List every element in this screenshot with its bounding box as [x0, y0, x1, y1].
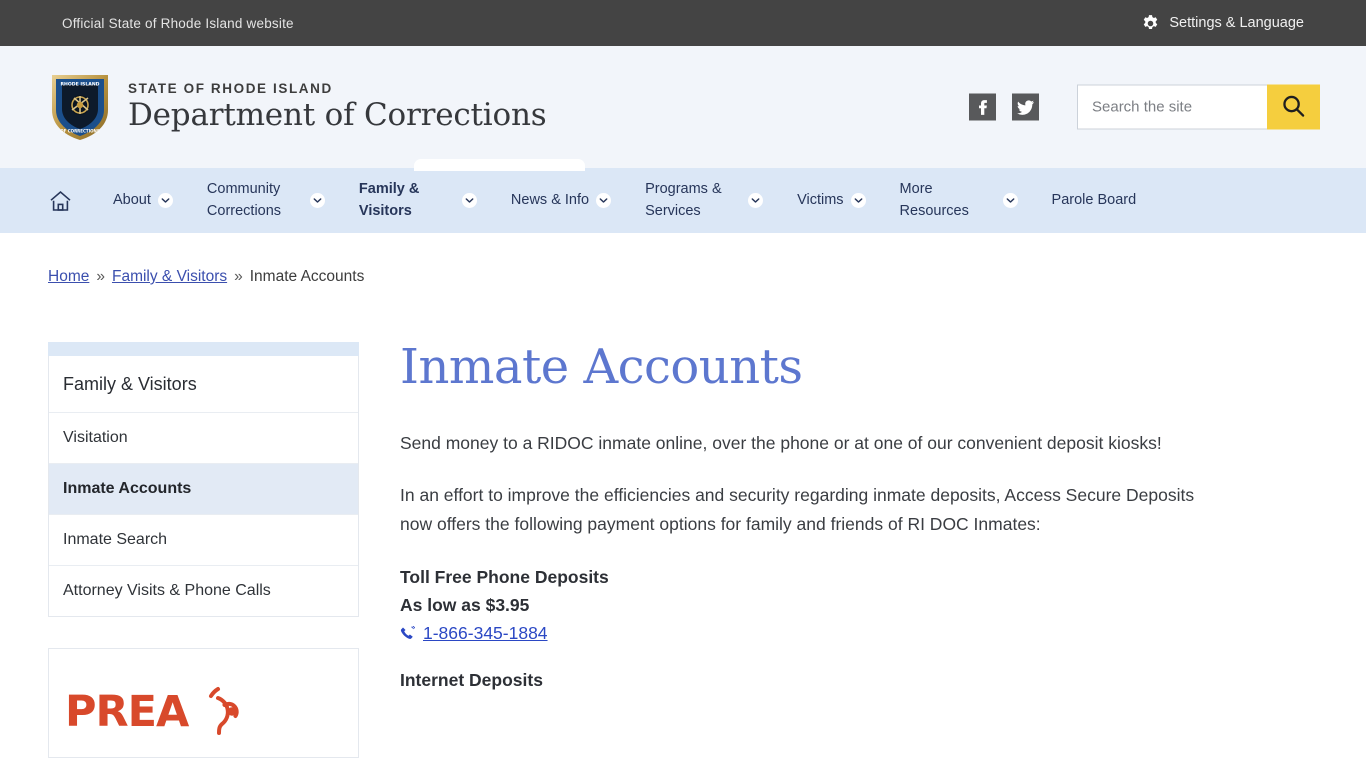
svg-text:OF CORRECTIONS: OF CORRECTIONS: [60, 129, 100, 134]
toll-free-price: As low as $3.95: [400, 594, 530, 615]
settings-and-language-button[interactable]: Settings & Language: [1141, 14, 1304, 33]
chevron-down-icon[interactable]: [850, 193, 866, 208]
chevron-down-icon[interactable]: [748, 193, 764, 208]
nav-item-label: Community Corrections: [206, 181, 282, 219]
gear-icon: [1141, 14, 1160, 33]
nav-item-label: Family & Visitors: [358, 181, 420, 219]
nav-spacer: [79, 168, 113, 233]
nav-item-family-visitors[interactable]: Family & Visitors: [359, 168, 477, 233]
phone-icon: [400, 625, 416, 641]
utility-top-bar: Official State of Rhode Island website S…: [0, 0, 1366, 46]
sidebar-item-inmate-search[interactable]: Inmate Search: [49, 515, 358, 566]
active-nav-indicator: [414, 159, 585, 171]
nav-item-news-info[interactable]: News & Info: [510, 168, 612, 233]
sidebar-menu: Family & Visitors Visitation Inmate Accou…: [48, 356, 359, 617]
sidebar-cap: [48, 342, 359, 356]
breadcrumb: Home » Family & Visitors » Inmate Accounts: [0, 233, 1366, 286]
site-masthead: RHODE ISLAND OF CORRECTIONS STATE OF RHO…: [0, 46, 1366, 168]
toll-free-phone-link[interactable]: 1-866-345-1884: [423, 623, 548, 644]
nav-item-label: Parole Board: [1051, 191, 1137, 208]
nav-item-label: Victims: [797, 191, 844, 208]
search-icon: [1281, 93, 1306, 121]
nav-spacer: [173, 168, 207, 233]
chevron-down-icon[interactable]: [596, 193, 612, 208]
ear-listening-icon: [202, 684, 258, 740]
breadcrumb-item[interactable]: Home: [48, 268, 89, 286]
site-brand-link[interactable]: RHODE ISLAND OF CORRECTIONS STATE OF RHO…: [48, 72, 547, 142]
nav-item-programs-services[interactable]: Programs & Services: [645, 168, 764, 233]
section-sidebar: Family & Visitors Visitation Inmate Accou…: [48, 342, 359, 758]
nav-item-victims[interactable]: Victims: [797, 168, 866, 233]
nav-spacer: [325, 168, 359, 233]
nav-item-parole-board[interactable]: Parole Board: [1052, 168, 1137, 233]
prea-logo[interactable]: PREA: [48, 648, 359, 758]
chevron-down-icon[interactable]: [1002, 193, 1018, 208]
toll-free-heading: Toll Free Phone Deposits: [400, 566, 609, 587]
nav-item-label: About: [113, 191, 151, 208]
sidebar-heading: Family & Visitors: [49, 356, 358, 413]
official-site-notice: Official State of Rhode Island website: [62, 15, 294, 31]
department-title: Department of Corrections: [128, 97, 547, 134]
nav-spacer: [866, 168, 900, 233]
sidebar-item-attorney-visits-phone-calls[interactable]: Attorney Visits & Phone Calls: [49, 566, 358, 616]
main-article: Inmate Accounts Send money to a RIDOC in…: [400, 342, 1318, 758]
masthead-utilities: [969, 84, 1320, 130]
nav-item-label: Programs & Services: [645, 181, 722, 219]
nav-item-about[interactable]: About: [113, 168, 173, 233]
search-submit-button[interactable]: [1267, 84, 1320, 130]
primary-navigation: About Community Corrections Family & Visit…: [0, 159, 1366, 233]
internet-deposits-heading: Internet Deposits: [400, 670, 543, 691]
settings-and-language-label: Settings & Language: [1169, 15, 1304, 31]
state-line: STATE OF RHODE ISLAND: [128, 81, 333, 97]
nav-item-label: News & Info: [510, 191, 590, 208]
nav-spacer: [611, 168, 645, 233]
search-input[interactable]: [1077, 84, 1267, 130]
nav-item-community-corrections[interactable]: Community Corrections: [207, 168, 325, 233]
intro-paragraph-1: Send money to a RIDOC inmate online, ove…: [400, 433, 1162, 454]
nav-spacer: [763, 168, 797, 233]
nav-spacer: [477, 168, 511, 233]
breadcrumb-item: Inmate Accounts: [249, 268, 365, 285]
facebook-icon[interactable]: [969, 93, 996, 121]
chevron-down-icon[interactable]: [461, 193, 477, 208]
site-search: [1077, 84, 1320, 130]
intro-paragraph-2: In an effort to improve the efficiencies…: [400, 485, 1195, 535]
page-content: Family & Visitors Visitation Inmate Accou…: [0, 286, 1366, 758]
sidebar-item-inmate-accounts[interactable]: Inmate Accounts: [49, 464, 358, 515]
prea-wordmark: PREA: [65, 686, 189, 737]
breadcrumb-separator: »: [234, 268, 243, 285]
nav-spacer: [1018, 168, 1052, 233]
breadcrumb-item[interactable]: Family & Visitors: [112, 268, 227, 286]
chevron-down-icon[interactable]: [157, 193, 173, 208]
sidebar-item-container: Visitation Inmate Accounts Inmate Search At…: [49, 413, 358, 616]
breadcrumb-separator: »: [96, 268, 105, 285]
page-title: Inmate Accounts: [400, 339, 803, 395]
toll-free-phone-row: 1-866-345-1884: [400, 623, 1318, 644]
sidebar-item-visitation[interactable]: Visitation: [49, 413, 358, 464]
nav-item-label: More Resources: [899, 181, 969, 219]
chevron-down-icon[interactable]: [309, 193, 325, 208]
rhode-island-doc-shield-logo: RHODE ISLAND OF CORRECTIONS: [48, 72, 112, 142]
nav-item-home[interactable]: [48, 168, 79, 233]
home-icon: [48, 189, 73, 213]
svg-text:RHODE ISLAND: RHODE ISLAND: [61, 82, 100, 88]
nav-item-more-resources[interactable]: More Resources: [900, 168, 1018, 233]
twitter-icon[interactable]: [1012, 93, 1039, 121]
